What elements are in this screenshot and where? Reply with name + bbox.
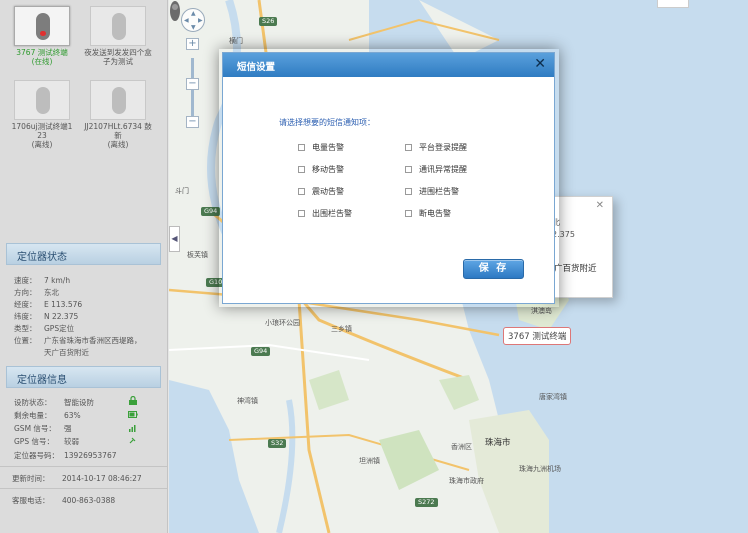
map-label: 斗门 xyxy=(175,187,189,195)
option-enter-fence-alarm[interactable]: 进围栏告警 xyxy=(405,186,459,197)
device-name: 3767 测试终端 xyxy=(16,48,68,57)
satellite-icon xyxy=(129,437,136,444)
divider xyxy=(0,466,167,467)
device-status: (离线) xyxy=(31,140,53,149)
map-label: 香洲区 xyxy=(451,443,472,451)
map-label: 珠海市政府 xyxy=(449,477,484,485)
gps-row: GPS 信号： 较弱 xyxy=(14,437,79,446)
checkbox[interactable] xyxy=(298,166,305,173)
map-label: 淇澳岛 xyxy=(531,307,552,315)
dialog-title: 短信设置 xyxy=(237,62,276,73)
gsm-row: GSM 信号：强 xyxy=(14,424,72,433)
device-status: (离线) xyxy=(107,140,129,149)
device-pin-icon xyxy=(14,6,70,46)
divider xyxy=(0,488,167,489)
armed-status-row: 设防状态： 智能设防 xyxy=(14,398,94,407)
zoom-slider-handle[interactable]: − xyxy=(186,78,199,90)
road-shield: G94 xyxy=(251,347,271,356)
lock-icon xyxy=(129,396,137,405)
popup-close-icon[interactable]: ✕ xyxy=(596,200,604,211)
map-label: 三乡镇 xyxy=(331,325,352,333)
map-label: 珠海九洲机场 xyxy=(519,465,561,473)
device-name: 夜发送到发发四个盒子为测试 xyxy=(84,48,152,66)
option-battery-alarm[interactable]: 电量告警 xyxy=(298,142,344,153)
service-phone-row: 客服电话： 400-863-0388 xyxy=(12,496,116,505)
option-power-cut-alarm[interactable]: 断电告警 xyxy=(405,208,451,219)
device-card[interactable]: 3767 测试终端 (在线) xyxy=(6,6,78,66)
road-shield: S32 xyxy=(268,439,287,448)
map-label: 板芙镇 xyxy=(187,251,208,259)
map-label: 坦洲镇 xyxy=(359,457,380,465)
speed-row: 速度： 7 km/h xyxy=(14,276,71,285)
map-nav-control: ▲ ▼ ◀ ▶ + − − xyxy=(181,8,205,128)
map-label: 珠海市 xyxy=(485,438,511,448)
option-comm-error-reminder[interactable]: 通讯异常提醒 xyxy=(405,164,467,175)
locator-info-header: 定位器信息 xyxy=(6,366,161,388)
collapse-sidebar-button[interactable]: ◀ xyxy=(169,226,180,252)
popup-text: 广百货附近 xyxy=(554,264,597,274)
pan-control[interactable]: ▲ ▼ ◀ ▶ xyxy=(181,8,205,32)
checkbox[interactable] xyxy=(405,144,412,151)
road-shield: G94 xyxy=(201,207,221,216)
checkbox[interactable] xyxy=(405,188,412,195)
map-label: 神湾镇 xyxy=(237,397,258,405)
position-row: 位置： 广东省珠海市香洲区西堤路， xyxy=(14,336,142,345)
map-tool-tab[interactable] xyxy=(657,0,689,8)
dialog-prompt: 请选择想要的短信通知项： xyxy=(279,118,375,127)
latitude-row: 纬度： N 22.375 xyxy=(14,312,79,321)
direction-row: 方向： 东北 xyxy=(14,288,59,297)
option-move-alarm[interactable]: 移动告警 xyxy=(298,164,344,175)
signal-icon xyxy=(129,425,136,432)
checkbox[interactable] xyxy=(298,188,305,195)
device-status: (在线) xyxy=(31,57,53,66)
dialog-titlebar: 短信设置 ✕ xyxy=(223,53,554,77)
option-exit-fence-alarm[interactable]: 出围栏告警 xyxy=(298,208,352,219)
vehicle-marker-icon[interactable] xyxy=(169,0,181,22)
road-shield: S26 xyxy=(259,17,278,26)
locator-status-header: 定位器状态 xyxy=(6,243,161,265)
device-name: JJ2107HLt.6734 鼓新 xyxy=(84,122,152,140)
device-card[interactable]: JJ2107HLt.6734 鼓新 (离线) xyxy=(82,80,154,149)
device-card[interactable]: 1706uj测试终端1 23 (离线) xyxy=(6,80,78,149)
map-label: 小琅环公园 xyxy=(265,319,300,327)
update-time-row: 更新时间： 2014-10-17 08:46:27 xyxy=(12,474,142,483)
option-vibration-alarm[interactable]: 震动告警 xyxy=(298,186,344,197)
battery-icon xyxy=(128,411,138,418)
phone-number-row: 定位器号码： 13926953767 xyxy=(14,451,117,460)
type-row: 类型： GPS定位 xyxy=(14,324,75,333)
checkbox[interactable] xyxy=(405,210,412,217)
device-name: 1706uj测试终端1 23 xyxy=(11,122,73,140)
map-label: 横门 xyxy=(229,37,243,45)
device-pin-icon xyxy=(90,6,146,46)
position-row-cont: 天广百货附近 xyxy=(44,348,89,357)
checkbox[interactable] xyxy=(298,144,305,151)
sms-settings-dialog: 短信设置 ✕ 请选择想要的短信通知项： 电量告警 移动告警 震动告警 出围栏告警… xyxy=(222,52,555,304)
road-shield: S272 xyxy=(415,498,438,507)
zoom-out-button[interactable]: − xyxy=(186,116,199,128)
sidebar: 3767 测试终端 (在线) 夜发送到发发四个盒子为测试 1706uj测试终端1… xyxy=(0,0,168,533)
map-label: 唐家湾镇 xyxy=(539,393,567,401)
close-icon[interactable]: ✕ xyxy=(534,56,546,72)
battery-row: 剩余电量： 63% xyxy=(14,411,81,420)
checkbox[interactable] xyxy=(298,210,305,217)
device-pin-icon xyxy=(14,80,70,120)
zoom-in-button[interactable]: + xyxy=(186,38,199,50)
device-pin-icon xyxy=(90,80,146,120)
save-button[interactable]: 保 存 xyxy=(463,259,524,279)
longitude-row: 经度： E 113.576 xyxy=(14,300,83,309)
option-login-reminder[interactable]: 平台登录提醒 xyxy=(405,142,467,153)
checkbox[interactable] xyxy=(405,166,412,173)
device-card[interactable]: 夜发送到发发四个盒子为测试 xyxy=(82,6,154,66)
marker-label[interactable]: 3767 测试终端 xyxy=(503,327,572,345)
